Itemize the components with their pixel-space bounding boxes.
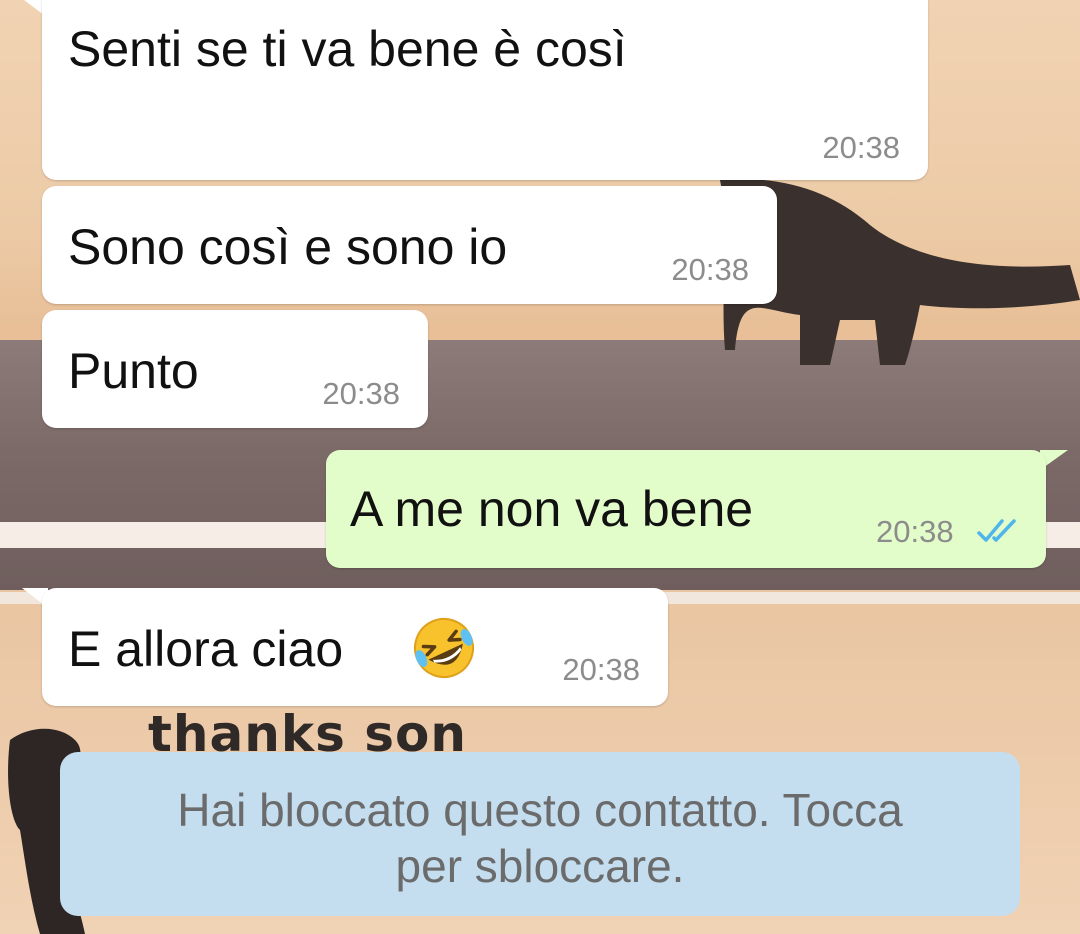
blocked-contact-banner[interactable]: Hai bloccato questo contatto. Tocca per …: [60, 752, 1020, 916]
message-text: Punto: [68, 343, 199, 399]
blocked-contact-line1: Hai bloccato questo contatto. Tocca: [177, 784, 903, 836]
message-bubble-outgoing[interactable]: A me non va bene 20:38: [326, 450, 1046, 568]
message-bubble-incoming[interactable]: E allora ciao 20:38: [42, 588, 668, 706]
message-time: 20:38: [322, 376, 400, 411]
message-bubble-incoming[interactable]: Punto 20:38: [42, 310, 428, 428]
message-text: Sono così e sono io: [68, 219, 508, 275]
message-text: Senti se ti va bene è così: [68, 21, 627, 77]
message-time: 20:38: [671, 252, 749, 287]
message-bubble-incoming[interactable]: Senti se ti va bene è così 20:38: [42, 0, 928, 180]
blocked-contact-text: Hai bloccato questo contatto. Tocca per …: [60, 782, 1020, 894]
message-time: 20:38: [822, 130, 900, 165]
blocked-contact-line2: per sbloccare.: [395, 840, 685, 892]
double-check-read-icon: [977, 519, 1016, 542]
message-text: A me non va bene: [350, 481, 754, 537]
rolling-on-floor-laughing-emoji-icon: [414, 618, 474, 678]
message-time: 20:38: [562, 652, 640, 687]
message-bubble-incoming[interactable]: Sono così e sono io 20:38: [42, 186, 777, 304]
message-text: E allora ciao: [68, 621, 344, 677]
message-time: 20:38: [876, 514, 954, 549]
